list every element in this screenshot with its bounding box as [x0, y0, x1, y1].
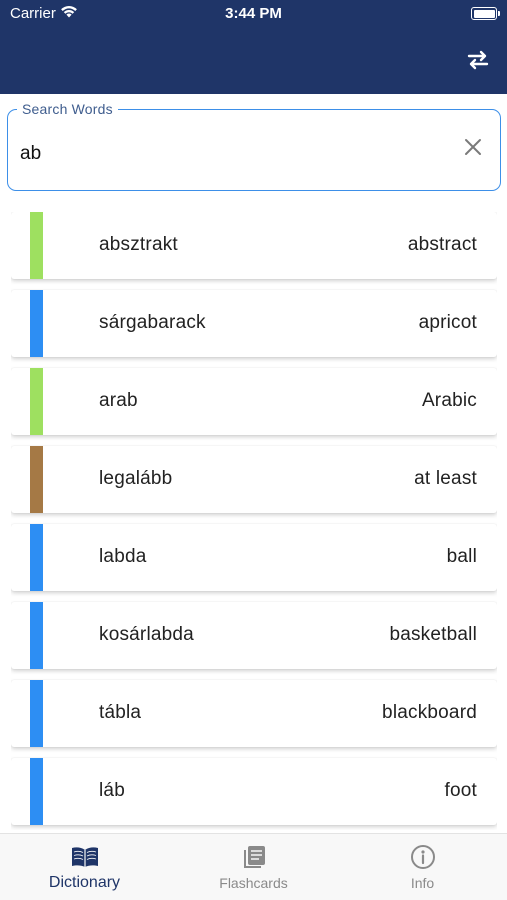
- search-field[interactable]: Search Words: [7, 101, 501, 191]
- swap-languages-button[interactable]: [465, 48, 491, 72]
- word-card[interactable]: absztrakt abstract: [11, 212, 497, 279]
- word-category-stripe: [30, 758, 43, 825]
- open-book-icon: [70, 844, 100, 870]
- clear-search-button[interactable]: [462, 136, 484, 158]
- flashcards-stack-icon: [239, 844, 269, 870]
- word-category-stripe: [30, 212, 43, 279]
- word-hungarian: láb: [99, 780, 125, 801]
- word-category-stripe: [30, 290, 43, 357]
- word-card[interactable]: legalább at least: [11, 446, 497, 513]
- info-circle-icon: [408, 844, 438, 870]
- word-hungarian: labda: [99, 546, 147, 567]
- word-english: at least: [414, 468, 477, 489]
- word-english: apricot: [418, 312, 477, 333]
- word-hungarian: arab: [99, 390, 138, 411]
- word-card[interactable]: arab Arabic: [11, 368, 497, 435]
- battery-icon: [471, 7, 500, 20]
- word-hungarian: tábla: [99, 702, 142, 723]
- search-label: Search Words: [17, 101, 118, 117]
- word-hungarian: kosárlabda: [99, 624, 194, 645]
- word-card[interactable]: labda ball: [11, 524, 497, 591]
- tab-label-info: Info: [410, 875, 435, 891]
- swap-arrows-icon: [467, 50, 489, 70]
- word-category-stripe: [30, 524, 43, 591]
- tab-dictionary[interactable]: Dictionary: [0, 834, 169, 900]
- word-hungarian: legalább: [99, 468, 173, 489]
- word-category-stripe: [30, 680, 43, 747]
- word-card[interactable]: láb foot: [11, 758, 497, 825]
- word-hungarian: sárgabarack: [99, 312, 206, 333]
- search-input[interactable]: [20, 140, 440, 168]
- word-category-stripe: [30, 446, 43, 513]
- word-english: foot: [444, 780, 477, 801]
- word-english: abstract: [407, 234, 477, 255]
- word-english: blackboard: [382, 702, 477, 723]
- status-bar: Carrier 3:44 PM: [0, 0, 507, 30]
- word-hungarian: absztrakt: [99, 234, 178, 255]
- tab-label-dictionary: Dictionary: [48, 874, 121, 891]
- status-time: 3:44 PM: [225, 5, 282, 22]
- word-english: basketball: [389, 624, 477, 645]
- word-card[interactable]: kosárlabda basketball: [11, 602, 497, 669]
- tab-label-flashcards: Flashcards: [219, 875, 288, 891]
- tab-flashcards[interactable]: Flashcards: [169, 834, 338, 900]
- word-english: ball: [446, 546, 477, 567]
- word-list: absztrakt abstract sárgabarack apricot arab A…: [11, 212, 497, 830]
- word-card[interactable]: sárgabarack apricot: [11, 290, 497, 357]
- word-card[interactable]: tábla blackboard: [11, 680, 497, 747]
- close-icon: [465, 139, 481, 155]
- tab-bar: Dictionary Flashcards Info: [0, 833, 507, 900]
- word-english: Arabic: [421, 390, 477, 411]
- tab-info[interactable]: Info: [338, 834, 507, 900]
- word-category-stripe: [30, 602, 43, 669]
- word-category-stripe: [30, 368, 43, 435]
- app-header: Carrier 3:44 PM: [0, 0, 507, 94]
